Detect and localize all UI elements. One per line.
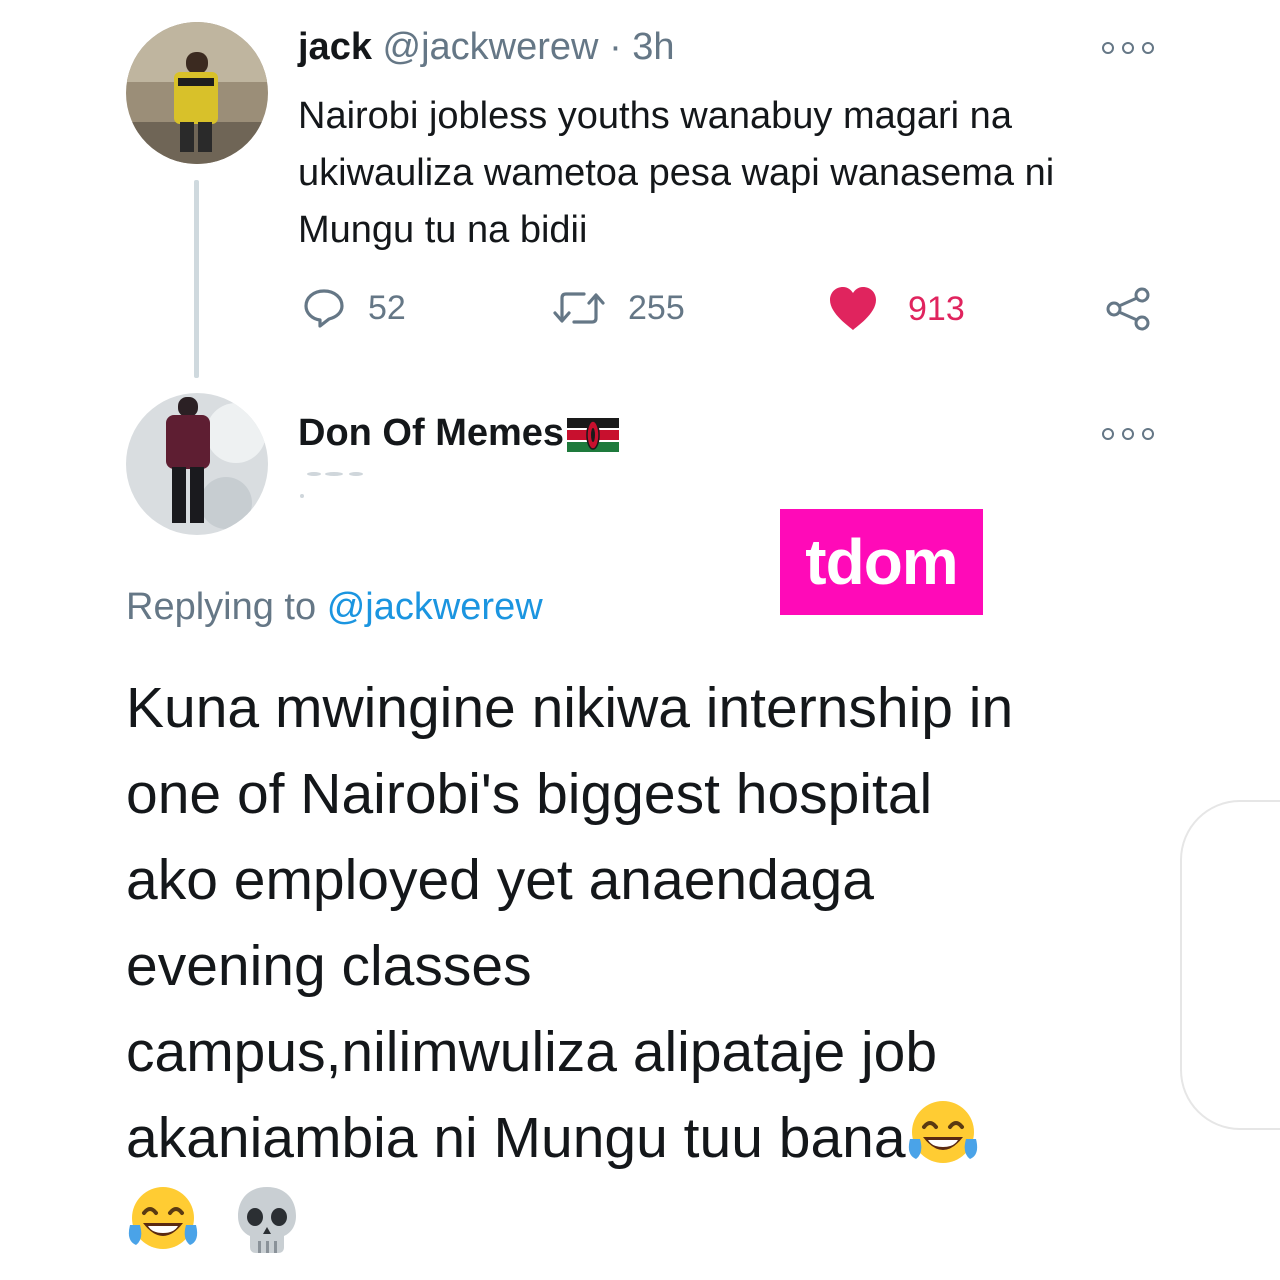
tweet1-text: Nairobi jobless youths wanabuy magari na… xyxy=(298,95,1055,251)
tweet2-line: akaniambia ni Mungu tuu bana xyxy=(126,1106,906,1170)
tears-of-joy-emoji-icon xyxy=(906,1097,980,1171)
share-button[interactable] xyxy=(1104,286,1152,332)
tweet2-line: evening classes xyxy=(126,934,532,998)
avatar-don-of-memes[interactable] xyxy=(126,393,268,535)
reply-icon xyxy=(304,289,344,328)
skull-emoji-icon xyxy=(230,1183,304,1257)
more-icon[interactable] xyxy=(1102,38,1154,58)
share-icon xyxy=(1106,287,1150,331)
reply-count: 52 xyxy=(368,288,406,327)
more-icon[interactable] xyxy=(1102,424,1154,444)
tweet1-header: jack @jackwerew · 3h xyxy=(298,26,675,69)
thread-connector-line xyxy=(194,180,199,378)
tweet2-line-with-emoji: akaniambia ni Mungu tuu bana xyxy=(126,1095,1186,1181)
like-button[interactable]: 913 xyxy=(828,286,965,332)
tweet2-line: one of Nairobi's biggest hospital xyxy=(126,762,933,826)
avatar-jack[interactable] xyxy=(126,22,268,164)
kenya-flag-icon xyxy=(567,417,620,452)
side-panel-edge xyxy=(1180,800,1280,1130)
tweet1-handle[interactable]: @jackwerew xyxy=(383,26,599,68)
tweet2-line: Kuna mwingine nikiwa internship in xyxy=(126,676,1014,740)
retweet-icon xyxy=(553,292,605,324)
retweet-button[interactable]: 255 xyxy=(552,286,685,330)
tweet1-separator: · xyxy=(609,26,622,68)
tears-of-joy-emoji-icon xyxy=(126,1183,200,1257)
tweet2-text: Kuna mwingine nikiwa internship in one o… xyxy=(126,665,1186,1267)
replying-to: Replying to @jackwerew xyxy=(126,586,543,629)
heart-icon xyxy=(830,287,876,330)
replying-mention-link[interactable]: @jackwerew xyxy=(327,586,543,628)
tweet2-header: Don Of Memes xyxy=(298,412,620,455)
like-count: 913 xyxy=(908,289,965,328)
tweet2-line: campus,nilimwuliza alipataje job xyxy=(126,1020,938,1084)
reply-button[interactable]: 52 xyxy=(302,286,406,330)
watermark-badge: tdom xyxy=(780,509,983,615)
tweet2-display-name[interactable]: Don Of Memes xyxy=(298,412,564,455)
tweet2-emoji-line xyxy=(126,1181,1186,1267)
replying-label: Replying to xyxy=(126,586,317,628)
tweet1-timestamp[interactable]: 3h xyxy=(632,26,674,68)
retweet-count: 255 xyxy=(628,288,685,327)
tweet1-display-name[interactable]: jack xyxy=(298,26,372,68)
tweet2-line: ako employed yet anaendaga xyxy=(126,848,874,912)
blurred-handle xyxy=(300,472,363,498)
